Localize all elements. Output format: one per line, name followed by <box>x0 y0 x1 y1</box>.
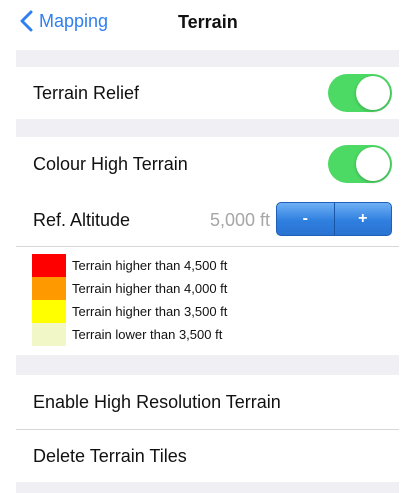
terrain-relief-toggle[interactable] <box>328 74 392 112</box>
chevron-left-icon <box>20 10 33 32</box>
ref-altitude-value: 5,000 ft <box>210 210 271 230</box>
ref-altitude-row: Ref. Altitude 5,000 ft - + <box>16 193 399 245</box>
terrain-colour-legend: Terrain higher than 4,500 ft Terrain hig… <box>32 254 372 346</box>
altitude-decrement-button[interactable]: - <box>277 203 334 235</box>
navigation-bar: Mapping Terrain <box>0 0 405 44</box>
high-res-terrain-row[interactable]: Enable High Resolution Terrain <box>16 375 399 429</box>
colour-high-terrain-toggle[interactable] <box>328 145 392 183</box>
terrain-relief-label: Terrain Relief <box>33 83 140 103</box>
colour-high-terrain-row: Colour High Terrain <box>16 137 399 191</box>
legend-item: Terrain higher than 4,000 ft <box>32 277 372 300</box>
back-button[interactable]: Mapping <box>20 10 108 32</box>
legend-swatch <box>32 323 66 346</box>
legend-item: Terrain lower than 3,500 ft <box>32 323 372 346</box>
colour-high-terrain-label: Colour High Terrain <box>33 154 188 174</box>
altitude-stepper[interactable]: - + <box>276 202 392 236</box>
legend-item: Terrain higher than 4,500 ft <box>32 254 372 277</box>
legend-label: Terrain higher than 4,000 ft <box>72 280 228 296</box>
altitude-increment-button[interactable]: + <box>335 203 392 235</box>
back-button-label: Mapping <box>39 11 109 31</box>
legend-label: Terrain higher than 3,500 ft <box>72 303 228 319</box>
delete-terrain-tiles-row[interactable]: Delete Terrain Tiles <box>16 430 399 482</box>
legend-label: Terrain higher than 4,500 ft <box>72 257 228 273</box>
page-edge <box>399 50 405 493</box>
row-separator <box>16 246 399 247</box>
legend-swatch <box>32 254 66 277</box>
high-res-terrain-label: Enable High Resolution Terrain <box>33 392 281 412</box>
ref-altitude-label: Ref. Altitude <box>33 210 131 230</box>
toggle-knob <box>356 147 390 181</box>
legend-swatch <box>32 277 66 300</box>
legend-item: Terrain higher than 3,500 ft <box>32 300 372 323</box>
delete-terrain-tiles-label: Delete Terrain Tiles <box>33 446 187 466</box>
page-title: Terrain <box>178 12 238 32</box>
toggle-knob <box>356 76 390 110</box>
legend-label: Terrain lower than 3,500 ft <box>72 326 223 342</box>
legend-swatch <box>32 300 66 323</box>
terrain-relief-row: Terrain Relief <box>16 67 399 119</box>
